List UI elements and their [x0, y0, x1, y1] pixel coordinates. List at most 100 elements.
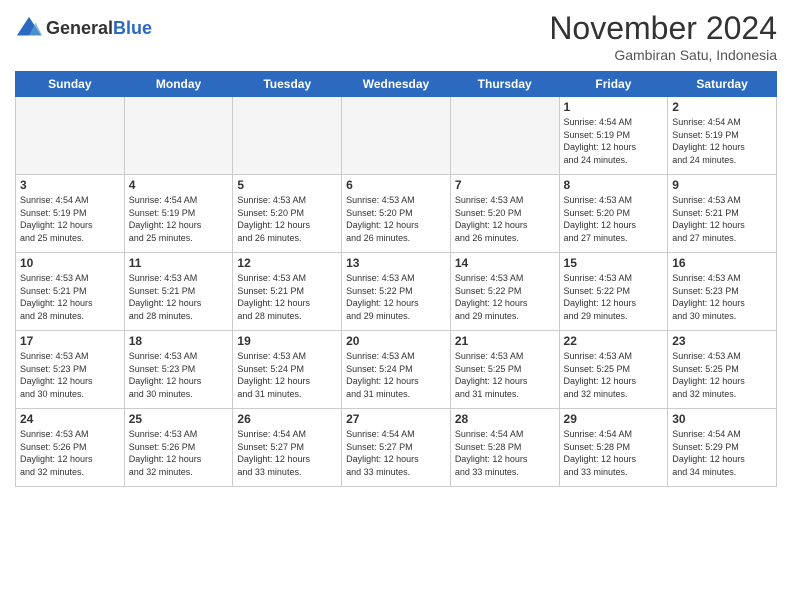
calendar-table: SundayMondayTuesdayWednesdayThursdayFrid…: [15, 71, 777, 487]
calendar-cell: 21Sunrise: 4:53 AMSunset: 5:25 PMDayligh…: [450, 331, 559, 409]
cell-info: Daylight: 12 hours: [129, 453, 229, 466]
cell-info: Sunset: 5:27 PM: [346, 441, 446, 454]
day-number: 18: [129, 334, 229, 348]
calendar-cell: 6Sunrise: 4:53 AMSunset: 5:20 PMDaylight…: [342, 175, 451, 253]
weekday-header-tuesday: Tuesday: [233, 72, 342, 97]
calendar-cell: 17Sunrise: 4:53 AMSunset: 5:23 PMDayligh…: [16, 331, 125, 409]
cell-info: Sunset: 5:21 PM: [672, 207, 772, 220]
calendar-cell: 4Sunrise: 4:54 AMSunset: 5:19 PMDaylight…: [124, 175, 233, 253]
calendar-cell: 7Sunrise: 4:53 AMSunset: 5:20 PMDaylight…: [450, 175, 559, 253]
cell-info: Sunrise: 4:53 AM: [346, 350, 446, 363]
weekday-header-monday: Monday: [124, 72, 233, 97]
day-number: 13: [346, 256, 446, 270]
day-number: 9: [672, 178, 772, 192]
cell-info: Sunset: 5:22 PM: [455, 285, 555, 298]
week-row-1: 1Sunrise: 4:54 AMSunset: 5:19 PMDaylight…: [16, 97, 777, 175]
calendar-cell: 19Sunrise: 4:53 AMSunset: 5:24 PMDayligh…: [233, 331, 342, 409]
cell-info: Sunset: 5:28 PM: [564, 441, 664, 454]
cell-info: Daylight: 12 hours: [346, 453, 446, 466]
calendar-cell: 28Sunrise: 4:54 AMSunset: 5:28 PMDayligh…: [450, 409, 559, 487]
day-number: 7: [455, 178, 555, 192]
day-number: 14: [455, 256, 555, 270]
calendar-cell: 18Sunrise: 4:53 AMSunset: 5:23 PMDayligh…: [124, 331, 233, 409]
cell-info: Sunrise: 4:54 AM: [672, 116, 772, 129]
calendar-cell: [124, 97, 233, 175]
cell-info: Sunset: 5:23 PM: [129, 363, 229, 376]
calendar-cell: 24Sunrise: 4:53 AMSunset: 5:26 PMDayligh…: [16, 409, 125, 487]
cell-info: and 30 minutes.: [672, 310, 772, 323]
cell-info: Sunrise: 4:53 AM: [564, 194, 664, 207]
calendar-cell: 14Sunrise: 4:53 AMSunset: 5:22 PMDayligh…: [450, 253, 559, 331]
cell-info: and 32 minutes.: [564, 388, 664, 401]
cell-info: Sunrise: 4:54 AM: [455, 428, 555, 441]
cell-info: and 33 minutes.: [237, 466, 337, 479]
day-number: 2: [672, 100, 772, 114]
cell-info: and 25 minutes.: [20, 232, 120, 245]
logo-general: General: [46, 19, 113, 39]
calendar-cell: [342, 97, 451, 175]
cell-info: Sunrise: 4:53 AM: [455, 350, 555, 363]
day-number: 29: [564, 412, 664, 426]
calendar-cell: 25Sunrise: 4:53 AMSunset: 5:26 PMDayligh…: [124, 409, 233, 487]
cell-info: Sunset: 5:25 PM: [564, 363, 664, 376]
weekday-header-row: SundayMondayTuesdayWednesdayThursdayFrid…: [16, 72, 777, 97]
weekday-header-friday: Friday: [559, 72, 668, 97]
cell-info: Daylight: 12 hours: [564, 453, 664, 466]
cell-info: and 33 minutes.: [564, 466, 664, 479]
cell-info: Sunset: 5:26 PM: [20, 441, 120, 454]
cell-info: Sunrise: 4:54 AM: [564, 116, 664, 129]
day-number: 12: [237, 256, 337, 270]
cell-info: Sunset: 5:21 PM: [129, 285, 229, 298]
cell-info: Sunrise: 4:53 AM: [672, 194, 772, 207]
cell-info: Sunrise: 4:54 AM: [564, 428, 664, 441]
cell-info: Daylight: 12 hours: [564, 219, 664, 232]
day-number: 21: [455, 334, 555, 348]
cell-info: Sunrise: 4:54 AM: [20, 194, 120, 207]
cell-info: and 34 minutes.: [672, 466, 772, 479]
calendar-cell: 8Sunrise: 4:53 AMSunset: 5:20 PMDaylight…: [559, 175, 668, 253]
cell-info: Daylight: 12 hours: [564, 375, 664, 388]
cell-info: and 25 minutes.: [129, 232, 229, 245]
cell-info: Sunset: 5:20 PM: [455, 207, 555, 220]
cell-info: Daylight: 12 hours: [672, 297, 772, 310]
cell-info: Sunset: 5:21 PM: [237, 285, 337, 298]
cell-info: Daylight: 12 hours: [564, 297, 664, 310]
day-number: 20: [346, 334, 446, 348]
cell-info: Sunset: 5:26 PM: [129, 441, 229, 454]
cell-info: Sunrise: 4:53 AM: [20, 428, 120, 441]
cell-info: Daylight: 12 hours: [346, 297, 446, 310]
day-number: 15: [564, 256, 664, 270]
cell-info: Sunset: 5:24 PM: [346, 363, 446, 376]
week-row-4: 17Sunrise: 4:53 AMSunset: 5:23 PMDayligh…: [16, 331, 777, 409]
weekday-header-wednesday: Wednesday: [342, 72, 451, 97]
cell-info: Sunrise: 4:53 AM: [564, 272, 664, 285]
calendar-cell: [233, 97, 342, 175]
cell-info: and 31 minutes.: [237, 388, 337, 401]
calendar-cell: 26Sunrise: 4:54 AMSunset: 5:27 PMDayligh…: [233, 409, 342, 487]
calendar-cell: 10Sunrise: 4:53 AMSunset: 5:21 PMDayligh…: [16, 253, 125, 331]
day-number: 17: [20, 334, 120, 348]
week-row-2: 3Sunrise: 4:54 AMSunset: 5:19 PMDaylight…: [16, 175, 777, 253]
cell-info: Sunset: 5:23 PM: [20, 363, 120, 376]
cell-info: Sunrise: 4:53 AM: [672, 350, 772, 363]
day-number: 23: [672, 334, 772, 348]
cell-info: Daylight: 12 hours: [672, 141, 772, 154]
calendar-cell: 22Sunrise: 4:53 AMSunset: 5:25 PMDayligh…: [559, 331, 668, 409]
calendar-cell: 12Sunrise: 4:53 AMSunset: 5:21 PMDayligh…: [233, 253, 342, 331]
cell-info: Daylight: 12 hours: [346, 219, 446, 232]
cell-info: and 33 minutes.: [346, 466, 446, 479]
cell-info: Daylight: 12 hours: [672, 219, 772, 232]
cell-info: Sunrise: 4:53 AM: [129, 350, 229, 363]
weekday-header-thursday: Thursday: [450, 72, 559, 97]
cell-info: Sunset: 5:25 PM: [672, 363, 772, 376]
cell-info: and 31 minutes.: [455, 388, 555, 401]
day-number: 3: [20, 178, 120, 192]
cell-info: Sunrise: 4:53 AM: [129, 272, 229, 285]
calendar-cell: 23Sunrise: 4:53 AMSunset: 5:25 PMDayligh…: [668, 331, 777, 409]
cell-info: Daylight: 12 hours: [20, 219, 120, 232]
cell-info: Daylight: 12 hours: [129, 219, 229, 232]
day-number: 1: [564, 100, 664, 114]
cell-info: and 29 minutes.: [564, 310, 664, 323]
cell-info: Sunset: 5:24 PM: [237, 363, 337, 376]
cell-info: Daylight: 12 hours: [237, 219, 337, 232]
